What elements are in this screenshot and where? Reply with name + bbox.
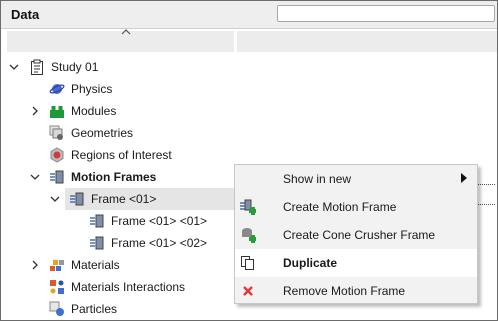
column-header-value[interactable] — [237, 31, 497, 52]
geometries-icon — [49, 125, 63, 140]
data-panel: Data Study 01 Physics Modules Geometries… — [0, 0, 498, 321]
chevron-down-icon[interactable] — [29, 171, 41, 183]
materials-icon — [50, 260, 64, 271]
menu-item-create-motion-frame[interactable]: Create Motion Frame — [235, 193, 477, 221]
tree-item-label: Motion Frames — [71, 170, 157, 184]
chevron-right-icon[interactable] — [29, 259, 41, 271]
motion-frame-icon — [70, 192, 84, 206]
tree-item-study[interactable]: Study 01 — [1, 56, 497, 78]
tree-item-label: Frame <01> <01> — [111, 214, 208, 228]
tree-item-label: Frame <01> — [91, 192, 157, 206]
panel-header: Data — [1, 1, 497, 29]
tree-item-label: Materials — [71, 258, 120, 272]
add-cone-crusher-icon — [242, 228, 256, 243]
planet-icon — [49, 84, 65, 94]
drag-guide-line — [476, 204, 495, 205]
tree-item-regions[interactable]: Regions of Interest — [1, 144, 497, 166]
menu-item-show-in-new[interactable]: Show in new — [235, 165, 477, 193]
tree-item-label: Study 01 — [51, 60, 99, 74]
motion-frame-icon — [90, 214, 104, 228]
menu-item-label: Create Motion Frame — [283, 200, 397, 214]
remove-icon — [243, 286, 253, 296]
menu-item-label: Duplicate — [283, 256, 338, 270]
tree-item-frame-01[interactable]: Frame <01> — [65, 188, 235, 210]
clipboard-icon — [31, 59, 43, 75]
column-header-name[interactable] — [7, 29, 234, 52]
region-icon — [50, 147, 64, 163]
menu-item-label: Remove Motion Frame — [283, 284, 406, 298]
add-motion-frame-icon — [240, 199, 256, 215]
menu-item-duplicate[interactable]: Duplicate — [235, 249, 477, 277]
tree-item-label: Materials Interactions — [71, 280, 186, 294]
menu-item-remove-motion-frame[interactable]: Remove Motion Frame — [235, 277, 477, 305]
motion-frame-icon — [90, 236, 104, 250]
tree-item-label: Geometries — [71, 126, 134, 140]
column-header-row — [1, 29, 497, 54]
tree-item-label: Physics — [71, 82, 113, 96]
tree-item-label: Modules — [71, 104, 117, 118]
chevron-down-icon[interactable] — [8, 61, 20, 73]
drag-guide-line — [476, 184, 495, 185]
context-menu: Show in new Create Motion Frame Create C… — [234, 164, 478, 304]
panel-title: Data — [11, 7, 40, 22]
chevron-down-icon[interactable] — [49, 193, 61, 205]
tree-item-label: Particles — [71, 302, 118, 316]
modules-icon — [50, 106, 64, 118]
interactions-icon — [50, 280, 64, 294]
search-input[interactable] — [277, 5, 495, 22]
submenu-arrow-icon — [461, 173, 467, 183]
menu-item-label: Show in new — [283, 172, 352, 186]
tree-item-geometries[interactable]: Geometries — [1, 122, 497, 144]
chevron-right-icon[interactable] — [29, 105, 41, 117]
motion-frame-icon — [50, 170, 64, 184]
menu-item-label: Create Cone Crusher Frame — [283, 228, 436, 242]
sort-up-icon — [121, 29, 131, 35]
tree-item-physics[interactable]: Physics — [1, 78, 497, 100]
duplicate-icon — [241, 256, 254, 270]
tree-item-modules[interactable]: Modules — [1, 100, 497, 122]
menu-item-create-cone-crusher-frame[interactable]: Create Cone Crusher Frame — [235, 221, 477, 249]
tree-item-label: Frame <01> <02> — [111, 236, 208, 250]
particles-icon — [49, 301, 64, 316]
tree-item-label: Regions of Interest — [71, 148, 172, 162]
